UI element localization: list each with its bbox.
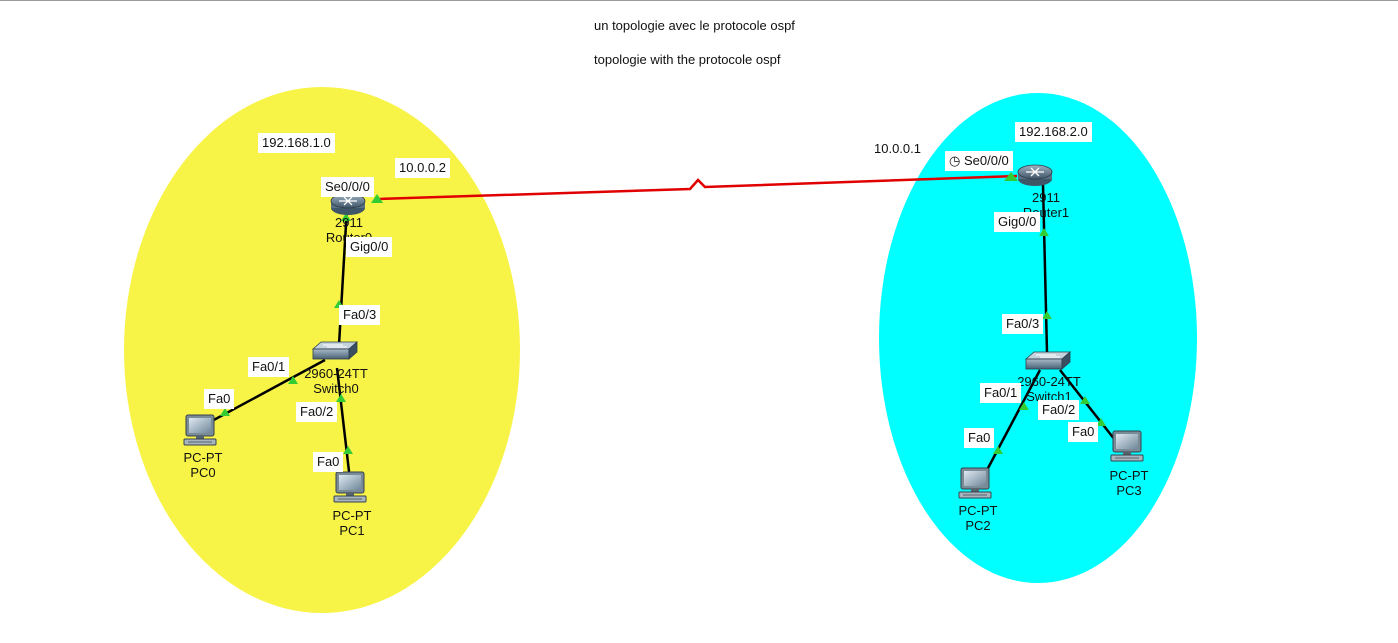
port-label-r1-gig: Gig0/0 (994, 212, 1041, 232)
router-icon[interactable] (1017, 164, 1053, 187)
pc2-label: PC-PT PC2 (959, 503, 998, 533)
device-model: 2911 (1032, 190, 1060, 205)
port-label-pc2: Fa0 (964, 428, 995, 448)
port-label-s1-p2: Fa0/2 (1038, 400, 1080, 420)
port-label-s0-uplink: Fa0/3 (339, 305, 381, 325)
port-label-r0-gig: Gig0/0 (346, 237, 393, 257)
device-model: PC-PT (183, 450, 223, 465)
device-model: PC-PT (332, 508, 372, 523)
device-name: PC0 (190, 465, 216, 480)
topology-canvas (0, 0, 1398, 613)
port-label-s0-p2: Fa0/2 (296, 402, 338, 422)
port-name: Se0/0/0 (963, 153, 1009, 168)
pc-icon[interactable] (958, 467, 992, 499)
device-model: 2911 (335, 215, 363, 230)
switch-icon[interactable] (1025, 351, 1071, 370)
network-label-left: 192.168.1.0 (258, 133, 335, 153)
device-name: PC3 (1116, 483, 1142, 498)
device-model: PC-PT (958, 503, 998, 518)
device-name: Switch0 (313, 381, 359, 396)
port-label-s0-p1: Fa0/1 (248, 357, 290, 377)
router-icon[interactable] (330, 193, 366, 216)
device-model: 2960-24TT (304, 366, 368, 381)
serial-ip-right: 10.0.0.1 (870, 139, 925, 159)
port-label-r0-serial: Se0/0/0 (321, 177, 374, 197)
switch0-label: 2960-24TT Switch0 (304, 366, 368, 396)
switch-icon[interactable] (312, 341, 358, 360)
device-name: PC1 (339, 523, 365, 538)
serial-ip-left: 10.0.0.2 (395, 158, 450, 178)
pc1-label: PC-PT PC1 (333, 508, 372, 538)
port-label-pc1: Fa0 (313, 452, 344, 472)
pc-icon[interactable] (183, 414, 217, 446)
annotation-note[interactable]: un topologie avec le protocole ospf (590, 12, 799, 40)
device-model: 2960-24TT (1017, 374, 1081, 389)
network-label-right: 192.168.2.0 (1015, 122, 1092, 142)
clock-icon: ◷ (949, 153, 961, 168)
pc-icon[interactable] (333, 471, 367, 503)
port-label-pc0: Fa0 (204, 389, 235, 409)
pc-icon[interactable] (1110, 430, 1144, 462)
port-label-s1-uplink: Fa0/3 (1002, 314, 1044, 334)
port-label-s1-p1: Fa0/1 (980, 383, 1022, 403)
port-label-pc3: Fa0 (1068, 422, 1099, 442)
pc3-label: PC-PT PC3 (1110, 468, 1149, 498)
device-model: PC-PT (1109, 468, 1149, 483)
pc0-label: PC-PT PC0 (184, 450, 223, 480)
device-name: PC2 (965, 518, 991, 533)
annotation-note[interactable]: topologie with the protocole ospf (590, 46, 785, 74)
port-label-r1-serial: ◷ Se0/0/0 (945, 151, 1013, 171)
